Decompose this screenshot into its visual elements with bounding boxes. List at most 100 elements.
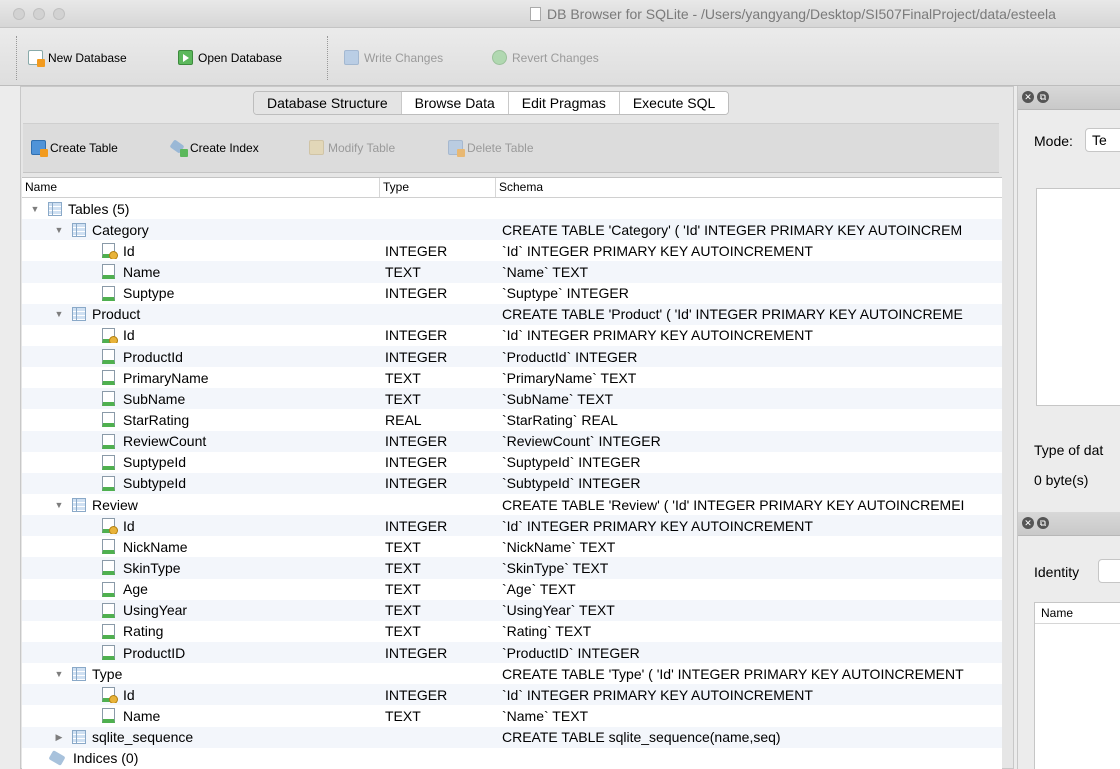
tree-name-text: Review: [92, 496, 138, 513]
tree-row-table[interactable]: ▼ Product CREATE TABLE 'Product' ( 'Id' IN…: [22, 303, 1002, 325]
tree-name-text: SkinType: [123, 559, 181, 576]
tree-row-field[interactable]: UsingYear TEXT `UsingYear` TEXT: [22, 599, 1002, 621]
tree-cell-name: SuptypeId: [22, 454, 380, 470]
tree-row-field[interactable]: Id INTEGER `Id` INTEGER PRIMARY KEY AUTOIN…: [22, 325, 1002, 346]
collapse-arrow-icon[interactable]: ▼: [54, 309, 64, 319]
create-index-label: Create Index: [190, 140, 259, 155]
tab-execute-sql[interactable]: Execute SQL: [619, 92, 729, 114]
remote-list[interactable]: Name: [1034, 602, 1120, 769]
tree-cell-type: INTEGER: [385, 242, 448, 259]
tree-row-field[interactable]: Id INTEGER `Id` INTEGER PRIMARY KEY AUTOIN…: [22, 684, 1002, 706]
tree-cell-type: INTEGER: [385, 433, 448, 450]
tree-row-field[interactable]: SkinType TEXT `SkinType` TEXT: [22, 557, 1002, 579]
tree-cell-name: ▶ sqlite_sequence: [22, 729, 380, 745]
tree-row-field[interactable]: ProductId INTEGER `ProductId` INTEGER: [22, 345, 1002, 368]
column-header-type[interactable]: Type: [380, 178, 496, 197]
tree-cell-type: REAL: [385, 411, 422, 428]
tree-row-field[interactable]: Id INTEGER `Id` INTEGER PRIMARY KEY AUTOIN…: [22, 240, 1002, 261]
mode-select[interactable]: Te: [1085, 128, 1120, 152]
create-index-button[interactable]: Create Index: [171, 140, 259, 157]
cell-editor[interactable]: [1036, 188, 1120, 406]
tree-row-field[interactable]: ProductID INTEGER `ProductID` INTEGER: [22, 641, 1002, 664]
tree-cell-type: TEXT: [385, 263, 421, 280]
collapse-arrow-icon[interactable]: ▼: [30, 204, 40, 214]
tree-row-table[interactable]: ▼ Review CREATE TABLE 'Review' ( 'Id' INTE…: [22, 494, 1002, 515]
tree-row-field[interactable]: Name TEXT `Name` TEXT: [22, 705, 1002, 726]
tree-row-table[interactable]: ▼ Type CREATE TABLE 'Type' ( 'Id' INTEGER …: [22, 663, 1002, 684]
field-icon: [102, 412, 115, 428]
tree-cell-schema: `NickName` TEXT: [502, 538, 616, 555]
float-dock-icon[interactable]: ⧉: [1037, 91, 1049, 103]
delete-table-icon: [448, 140, 465, 157]
modify-table-button[interactable]: Modify Table: [309, 140, 395, 155]
new-database-icon: [28, 50, 45, 67]
create-table-button[interactable]: Create Table: [31, 140, 118, 157]
field-icon: [102, 285, 115, 301]
minimize-window-icon[interactable]: [33, 8, 45, 20]
tree-row-field[interactable]: PrimaryName TEXT `PrimaryName` TEXT: [22, 367, 1002, 388]
tree-name-text: SubtypeId: [123, 475, 187, 492]
float-dock-icon[interactable]: ⧉: [1037, 517, 1049, 529]
tree-cell-schema: `Id` INTEGER PRIMARY KEY AUTOINCREMENT: [502, 686, 813, 703]
close-dock-icon[interactable]: ✕: [1022, 517, 1034, 529]
table-icon: [72, 730, 86, 745]
toolbar-grip[interactable]: [327, 36, 330, 80]
tree-name-text: ProductID: [123, 644, 186, 661]
tree-cell-schema: CREATE TABLE 'Type' ( 'Id' INTEGER PRIMA…: [502, 665, 964, 682]
collapse-arrow-icon[interactable]: ▼: [54, 669, 64, 679]
tree-cell-name: ReviewCount: [22, 433, 380, 449]
tree-row-field[interactable]: StarRating REAL `StarRating` REAL: [22, 409, 1002, 430]
tab-browse-data[interactable]: Browse Data: [401, 92, 509, 114]
tree-cell-schema: `Suptype` INTEGER: [502, 285, 629, 302]
write-changes-icon: [344, 50, 359, 65]
tree-row-field[interactable]: SubName TEXT `SubName` TEXT: [22, 388, 1002, 410]
primary-key-field-icon: [102, 243, 118, 259]
column-header-name[interactable]: Name: [22, 178, 380, 197]
close-dock-icon[interactable]: ✕: [1022, 91, 1034, 103]
tree-row-group[interactable]: Indices (0): [22, 748, 1002, 769]
zoom-window-icon[interactable]: [53, 8, 65, 20]
field-icon: [102, 708, 115, 724]
identity-select[interactable]: [1098, 559, 1120, 583]
column-header-schema[interactable]: Schema: [496, 178, 543, 197]
write-changes-button[interactable]: Write Changes: [344, 50, 443, 65]
toolbar-grip[interactable]: [16, 36, 19, 80]
delete-table-button[interactable]: Delete Table: [448, 140, 534, 157]
tree-cell-schema: CREATE TABLE sqlite_sequence(name,seq): [502, 729, 781, 746]
open-database-button[interactable]: Open Database: [178, 50, 282, 65]
close-window-icon[interactable]: [13, 8, 25, 20]
tree-row-field[interactable]: Id INTEGER `Id` INTEGER PRIMARY KEY AUTOIN…: [22, 515, 1002, 537]
tree-cell-name: ▼ Type: [22, 666, 380, 682]
tab-database-structure[interactable]: Database Structure: [254, 92, 402, 114]
tree-cell-type: INTEGER: [385, 644, 448, 661]
tree-row-field[interactable]: Suptype INTEGER `Suptype` INTEGER: [22, 283, 1002, 304]
right-dock: ✕ ⧉ Mode: Te Type of dat 0 byte(s) ✕ ⧉ I…: [1017, 86, 1120, 769]
field-icon: [102, 264, 115, 280]
revert-changes-button[interactable]: Revert Changes: [492, 50, 599, 65]
schema-tree[interactable]: Name Type Schema ▼ Tables (5) ▼ Category CRE…: [22, 177, 1002, 769]
tree-cell-name: ProductId: [22, 349, 380, 365]
tree-name-text: Id: [123, 686, 135, 703]
remote-list-header-name[interactable]: Name: [1035, 603, 1120, 624]
collapse-arrow-icon[interactable]: ▼: [54, 500, 64, 510]
tree-cell-schema: `SubName` TEXT: [502, 390, 613, 407]
new-database-button[interactable]: New Database: [28, 50, 127, 67]
tree-row-group[interactable]: ▼ Tables (5): [22, 198, 1002, 219]
tab-edit-pragmas[interactable]: Edit Pragmas: [508, 92, 620, 114]
tree-row-field[interactable]: Age TEXT `Age` TEXT: [22, 579, 1002, 600]
tree-cell-schema: CREATE TABLE 'Review' ( 'Id' INTEGER PRI…: [502, 496, 965, 513]
expand-arrow-icon[interactable]: ▶: [54, 732, 64, 743]
tree-row-field[interactable]: ReviewCount INTEGER `ReviewCount` INTEGER: [22, 430, 1002, 452]
tree-row-field[interactable]: Name TEXT `Name` TEXT: [22, 261, 1002, 283]
collapse-arrow-icon[interactable]: ▼: [54, 225, 64, 235]
tree-row-table[interactable]: ▼ Category CREATE TABLE 'Category' ( 'Id' …: [22, 219, 1002, 241]
tree-cell-name: ProductID: [22, 645, 380, 661]
tree-cell-schema: CREATE TABLE 'Category' ( 'Id' INTEGER P…: [502, 221, 963, 238]
tree-row-table[interactable]: ▶ sqlite_sequence CREATE TABLE sqlite_sequ…: [22, 726, 1002, 748]
tree-row-field[interactable]: SubtypeId INTEGER `SubtypeId` INTEGER: [22, 472, 1002, 494]
tree-row-field[interactable]: Rating TEXT `Rating` TEXT: [22, 621, 1002, 642]
tree-row-field[interactable]: SuptypeId INTEGER `SuptypeId` INTEGER: [22, 452, 1002, 473]
modify-table-icon: [309, 140, 324, 155]
tree-cell-schema: `Id` INTEGER PRIMARY KEY AUTOINCREMENT: [502, 242, 813, 259]
tree-row-field[interactable]: NickName TEXT `NickName` TEXT: [22, 536, 1002, 557]
